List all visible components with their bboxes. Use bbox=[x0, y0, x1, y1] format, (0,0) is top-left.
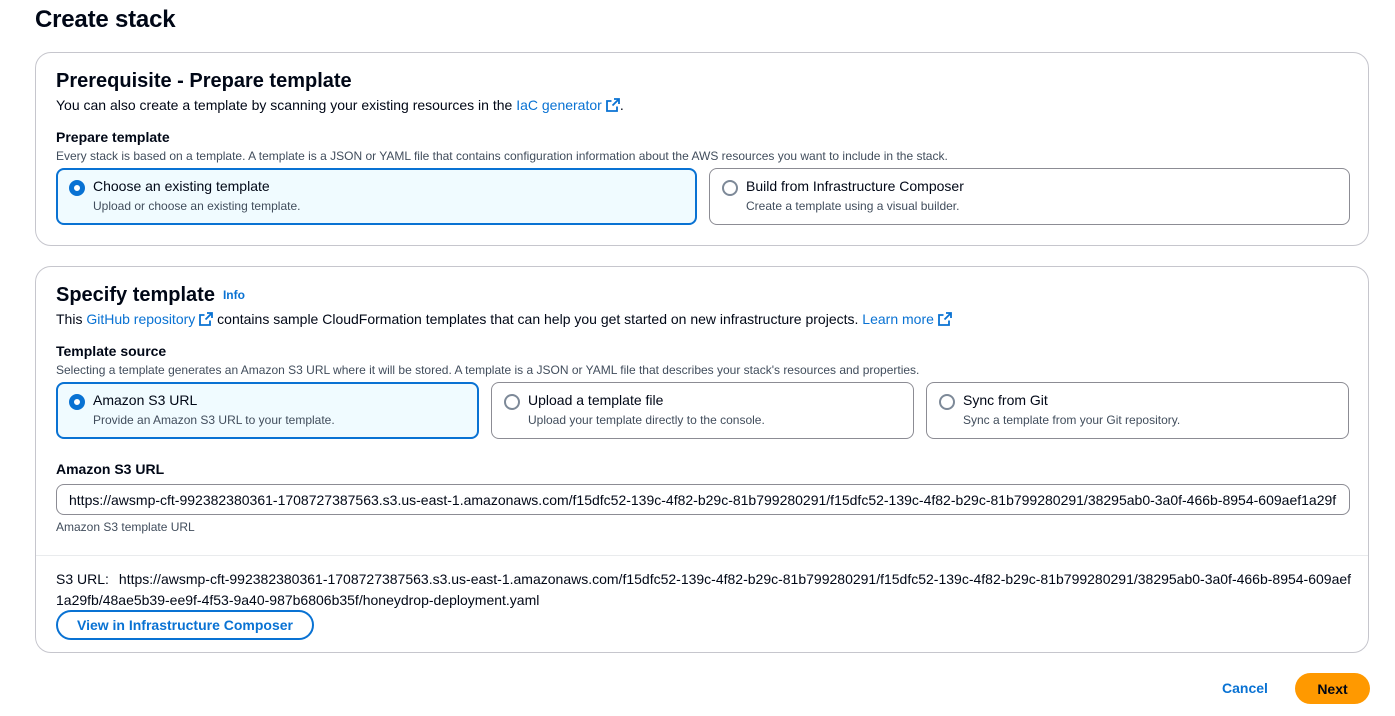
radio-icon[interactable] bbox=[69, 394, 85, 410]
view-in-composer-button[interactable]: View in Infrastructure Composer bbox=[56, 610, 314, 640]
prepare-template-description: Every stack is based on a template. A te… bbox=[56, 149, 948, 163]
prerequisite-heading: Prerequisite - Prepare template bbox=[56, 70, 352, 92]
option-title: Build from Infrastructure Composer bbox=[746, 178, 964, 194]
option-choose-existing-template[interactable]: Choose an existing template Upload or ch… bbox=[56, 168, 697, 225]
option-description: Provide an Amazon S3 URL to your templat… bbox=[93, 413, 335, 427]
external-link-icon bbox=[937, 312, 952, 326]
option-amazon-s3-url[interactable]: Amazon S3 URL Provide an Amazon S3 URL t… bbox=[56, 382, 479, 439]
prepare-template-label: Prepare template bbox=[56, 129, 170, 145]
option-build-from-composer[interactable]: Build from Infrastructure Composer Creat… bbox=[709, 168, 1350, 225]
amazon-s3-url-label: Amazon S3 URL bbox=[56, 461, 165, 477]
s3-url-key: S3 URL: bbox=[56, 571, 109, 587]
s3-url-display: S3 URL: https://awsmp-cft-992382380361-17… bbox=[56, 569, 1356, 611]
specify-desc-middle: contains sample CloudFormation templates… bbox=[217, 311, 859, 327]
iac-generator-link-label[interactable]: IaC generator bbox=[516, 97, 602, 113]
specify-template-panel: Specify template Info This GitHub reposit… bbox=[35, 266, 1369, 653]
option-sync-from-git[interactable]: Sync from Git Sync a template from your … bbox=[926, 382, 1349, 439]
cancel-button[interactable]: Cancel bbox=[1222, 680, 1268, 696]
radio-icon[interactable] bbox=[69, 180, 85, 196]
template-source-label: Template source bbox=[56, 343, 167, 359]
github-repository-link[interactable]: GitHub repository bbox=[86, 311, 214, 327]
prerequisite-panel: Prerequisite - Prepare template You can … bbox=[35, 52, 1369, 246]
specify-template-title: Specify template bbox=[56, 284, 215, 306]
option-description: Upload your template directly to the con… bbox=[528, 413, 765, 427]
option-description: Sync a template from your Git repository… bbox=[963, 413, 1181, 427]
radio-icon[interactable] bbox=[939, 394, 955, 410]
s3-url-value: https://awsmp-cft-992382380361-170872738… bbox=[56, 571, 1352, 608]
page-title: Create stack bbox=[35, 6, 176, 33]
radio-icon[interactable] bbox=[722, 180, 738, 196]
prerequisite-description: You can also create a template by scanni… bbox=[56, 97, 624, 113]
option-title: Sync from Git bbox=[963, 392, 1048, 408]
divider bbox=[36, 555, 1368, 556]
option-description: Create a template using a visual builder… bbox=[746, 199, 960, 213]
github-repository-link-label[interactable]: GitHub repository bbox=[86, 311, 195, 327]
amazon-s3-url-input[interactable] bbox=[56, 484, 1350, 515]
prerequisite-desc-text: You can also create a template by scanni… bbox=[56, 97, 513, 113]
iac-generator-link[interactable]: IaC generator bbox=[516, 97, 620, 113]
learn-more-link-label[interactable]: Learn more bbox=[862, 311, 934, 327]
info-link[interactable]: Info bbox=[223, 288, 245, 302]
radio-icon[interactable] bbox=[504, 394, 520, 410]
specify-desc-prefix: This bbox=[56, 311, 83, 327]
external-link-icon bbox=[199, 312, 214, 326]
option-title: Amazon S3 URL bbox=[93, 392, 198, 408]
template-source-description: Selecting a template generates an Amazon… bbox=[56, 363, 920, 377]
prerequisite-desc-suffix: . bbox=[619, 97, 624, 113]
specify-template-description: This GitHub repository contains sample C… bbox=[56, 311, 952, 327]
option-description: Upload or choose an existing template. bbox=[93, 199, 301, 213]
external-link-icon bbox=[605, 98, 620, 112]
option-upload-template-file[interactable]: Upload a template file Upload your templ… bbox=[491, 382, 914, 439]
next-button[interactable]: Next bbox=[1295, 673, 1370, 704]
option-title: Upload a template file bbox=[528, 392, 664, 408]
learn-more-link[interactable]: Learn more bbox=[862, 311, 952, 327]
amazon-s3-url-hint: Amazon S3 template URL bbox=[56, 520, 195, 534]
option-title: Choose an existing template bbox=[93, 178, 270, 194]
specify-template-heading: Specify template Info bbox=[56, 284, 245, 307]
